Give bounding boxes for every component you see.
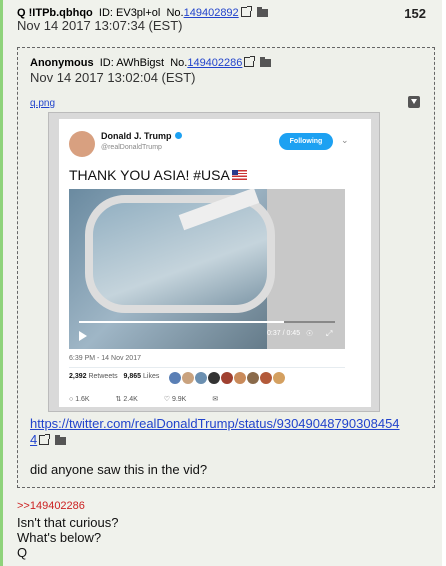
retweet-total: 2,392 bbox=[69, 373, 87, 380]
liker-avatar bbox=[208, 372, 220, 384]
attached-image[interactable]: Donald J. Trump @realDonaldTrump Followi… bbox=[48, 112, 380, 412]
quoted-post-date: Nov 14 2017 13:02:04 (EST) bbox=[30, 70, 196, 85]
like-action: ♡ 9.9K bbox=[163, 396, 187, 403]
folder-icon[interactable] bbox=[256, 7, 268, 17]
reply-action: ○ 1.6K bbox=[69, 396, 90, 403]
tweet-card: Donald J. Trump @realDonaldTrump Followi… bbox=[59, 119, 371, 407]
folder-icon[interactable] bbox=[260, 57, 272, 67]
tweet-actions: ○ 1.6K ⇅ 2.4K ♡ 9.9K ✉ bbox=[69, 395, 230, 403]
following-button: Following bbox=[279, 133, 333, 150]
avatar bbox=[69, 131, 95, 157]
divider bbox=[69, 367, 345, 368]
tweet-video: 0:37 / 0:45 ☉ ⤢ bbox=[69, 189, 345, 349]
fullscreen-icon: ⤢ bbox=[326, 329, 333, 338]
video-progress-fill bbox=[79, 321, 284, 323]
liker-avatar bbox=[169, 372, 181, 384]
post-line: Q bbox=[17, 545, 28, 560]
airplane-window bbox=[85, 195, 275, 313]
liker-avatar bbox=[273, 372, 285, 384]
image-filename-link[interactable]: q.png bbox=[30, 98, 55, 109]
us-flag-icon bbox=[231, 170, 247, 180]
folder-icon[interactable] bbox=[55, 435, 67, 445]
quoted-poster-id: ID: AWhBigst bbox=[99, 57, 165, 69]
liker-avatar bbox=[247, 372, 259, 384]
verified-icon bbox=[174, 132, 182, 139]
retweet-action: ⇅ 2.4K bbox=[115, 396, 138, 403]
tweet-stats: 2,392 Retweets 9,865 Likes bbox=[69, 373, 159, 380]
post-line: Isn't that curious? bbox=[17, 515, 119, 530]
tweet-timestamp: 6:39 PM - 14 Nov 2017 bbox=[69, 355, 141, 362]
quoted-post-header: Anonymous ID: AWhBigst No.149402286 bbox=[30, 56, 272, 69]
quoted-message: did anyone saw this in the vid? bbox=[30, 462, 208, 477]
video-progress-bar bbox=[79, 321, 335, 323]
quoted-poster-name: Anonymous bbox=[30, 57, 94, 69]
tweet-handle: @realDonaldTrump bbox=[101, 144, 162, 151]
play-icon bbox=[79, 331, 87, 341]
tweet-text: THANK YOU ASIA! #USA bbox=[69, 167, 230, 183]
likes-label: Likes bbox=[143, 373, 160, 380]
message-icon: ✉ bbox=[212, 396, 219, 403]
tweet-author-row: Donald J. Trump bbox=[101, 131, 182, 141]
external-link-icon[interactable] bbox=[39, 434, 51, 445]
external-link-icon[interactable] bbox=[240, 6, 252, 17]
post: Q !ITPb.qbhqo ID: EV3pl+ol No.149402892 … bbox=[0, 0, 442, 566]
retweet-count-text: 2.4K bbox=[123, 396, 138, 403]
liker-avatar bbox=[234, 372, 246, 384]
post-number-link[interactable]: 149402892 bbox=[184, 7, 239, 19]
volume-icon: ☉ bbox=[306, 329, 314, 338]
download-icon[interactable] bbox=[408, 96, 420, 108]
post-line: What's below? bbox=[17, 530, 102, 545]
quoted-number-link[interactable]: 149402286 bbox=[187, 57, 242, 69]
quoted-number-prefix: No. bbox=[170, 57, 188, 69]
quoted-post: Anonymous ID: AWhBigst No.149402286 Nov … bbox=[17, 47, 435, 488]
like-total: 9,865 bbox=[123, 373, 142, 380]
like-count-text: 9.9K bbox=[171, 396, 187, 403]
reply-count: 152 bbox=[404, 6, 426, 21]
liker-avatar bbox=[195, 372, 207, 384]
chevron-down-icon: ⌄ bbox=[341, 135, 349, 145]
external-link-icon[interactable] bbox=[244, 56, 256, 67]
tweet-url-link[interactable]: https://twitter.com/realDonaldTrump/stat… bbox=[30, 416, 430, 448]
post-body: Isn't that curious? What's below? Q bbox=[17, 515, 118, 560]
retweets-label: Retweets bbox=[88, 373, 118, 380]
liker-avatars bbox=[169, 371, 286, 389]
liker-avatar bbox=[221, 372, 233, 384]
liker-avatar bbox=[260, 372, 272, 384]
tweet-text-row: THANK YOU ASIA! #USA bbox=[69, 167, 247, 183]
reply-count-text: 1.6K bbox=[75, 396, 90, 403]
tweet-url-line1[interactable]: https://twitter.com/realDonaldTrump/stat… bbox=[30, 416, 400, 431]
reply-link[interactable]: >>149402286 bbox=[17, 500, 85, 512]
video-time: 0:37 / 0:45 bbox=[267, 330, 301, 337]
tweet-url-line2[interactable]: 4 bbox=[30, 432, 37, 447]
liker-avatar bbox=[182, 372, 194, 384]
post-date: Nov 14 2017 13:07:34 (EST) bbox=[17, 18, 183, 33]
tweet-author: Donald J. Trump bbox=[101, 131, 172, 141]
